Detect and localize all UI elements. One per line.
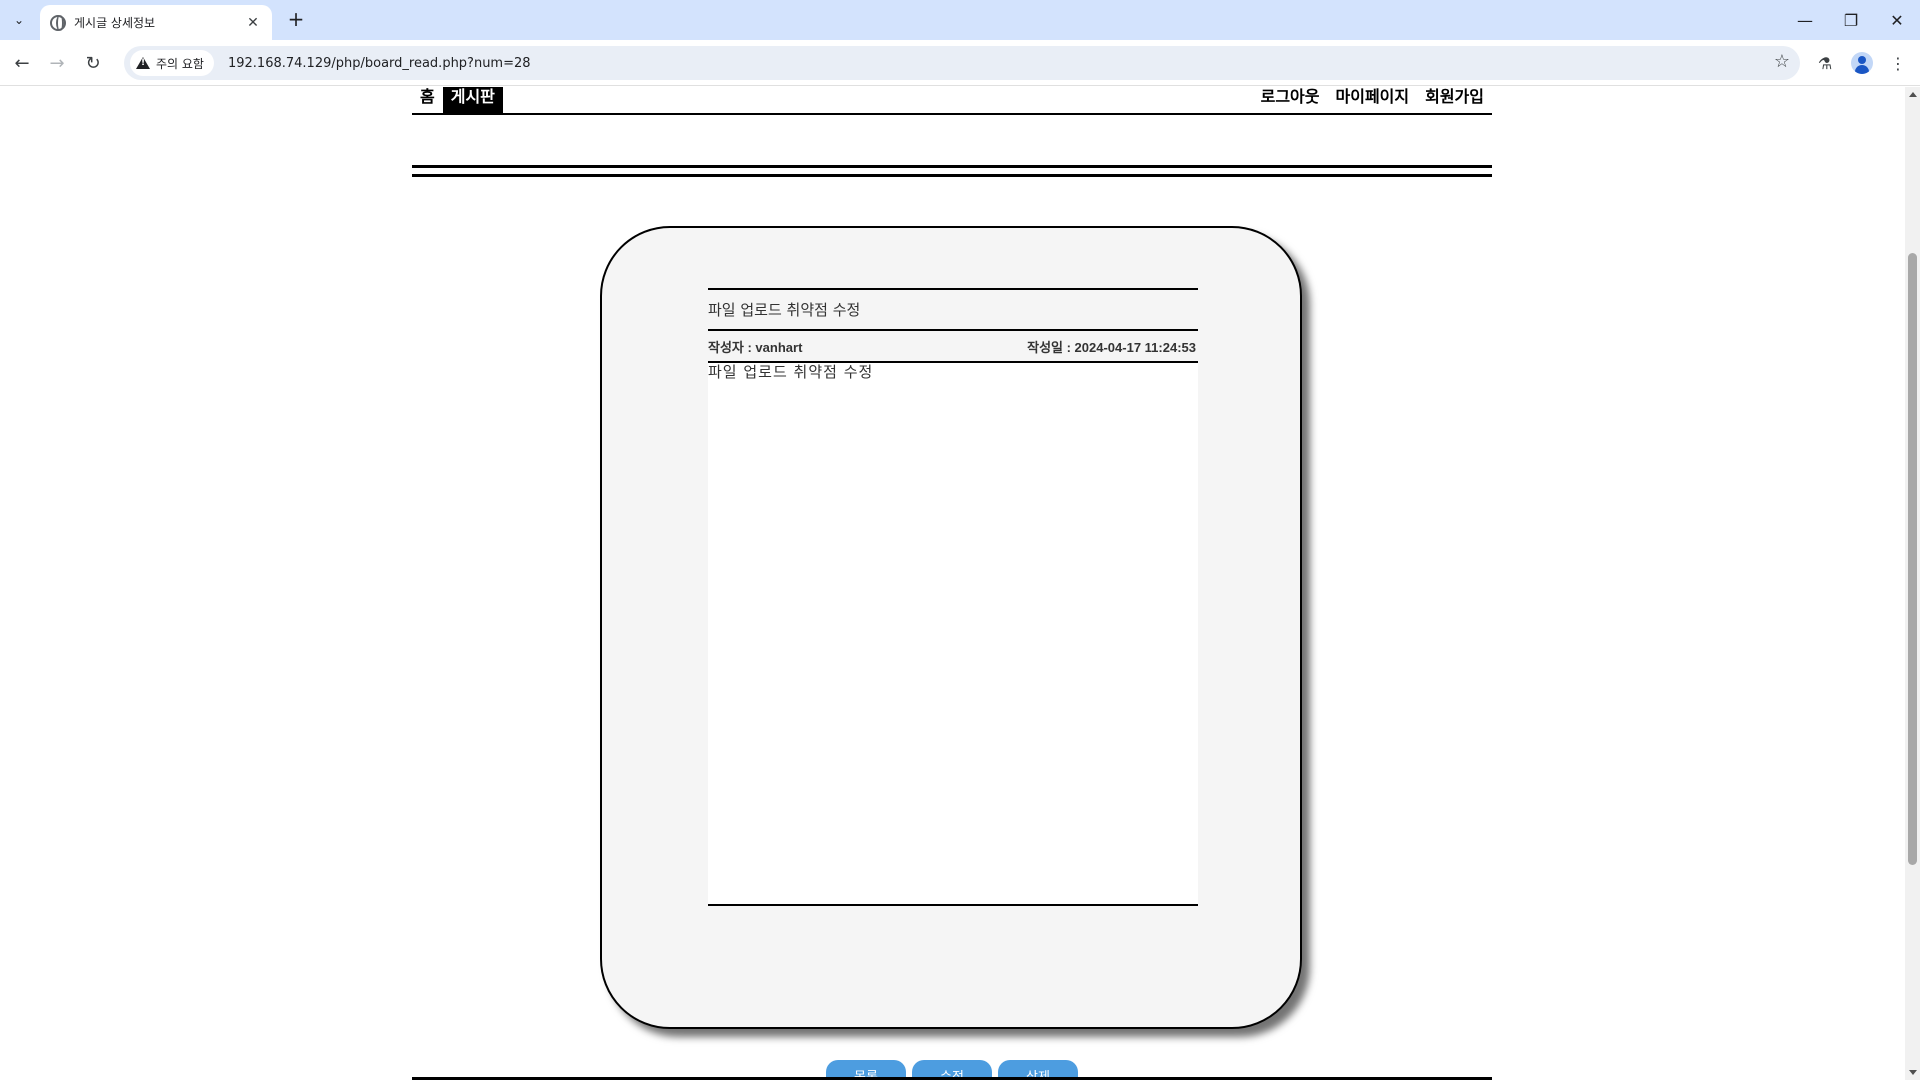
post-card: 파일 업로드 취약점 수정 작성자 : vanhart 작성일 : 2024-0… xyxy=(600,226,1302,1080)
warning-icon xyxy=(136,57,150,69)
security-chip[interactable]: 주의 요함 xyxy=(130,50,214,76)
url-text[interactable]: 192.168.74.129/php/board_read.php?num=28 xyxy=(228,56,531,71)
post-title-row: 파일 업로드 취약점 수정 xyxy=(708,288,1198,331)
page-scrollbar[interactable] xyxy=(1905,87,1920,1080)
tab-title: 게시글 상세정보 xyxy=(74,16,156,30)
post-date: 작성일 : 2024-04-17 11:24:53 xyxy=(1027,339,1196,355)
nav-left: 홈 게시판 xyxy=(412,87,503,113)
post-author: 작성자 : vanhart xyxy=(708,339,803,355)
nav-logout[interactable]: 로그아웃 xyxy=(1253,87,1328,113)
scroll-thumb[interactable] xyxy=(1908,253,1917,865)
post-content: 파일 업로드 취약점 수정 xyxy=(708,363,874,381)
post-title: 파일 업로드 취약점 수정 xyxy=(708,301,861,319)
nav-mypage[interactable]: 마이페이지 xyxy=(1328,87,1418,113)
close-icon[interactable]: ✕ xyxy=(244,14,262,32)
kebab-menu-icon[interactable]: ⋮ xyxy=(1883,48,1913,78)
profile-button[interactable] xyxy=(1847,48,1877,78)
nav-signup[interactable]: 회원가입 xyxy=(1417,87,1492,113)
page-viewport: 홈 게시판 로그아웃 마이페이지 회원가입 파일 업로드 취약점 수정 작성자 … xyxy=(0,87,1905,1080)
globe-icon xyxy=(50,14,66,31)
browser-toolbar: ← → ↻ 주의 요함 192.168.74.129/php/board_rea… xyxy=(0,40,1920,86)
nav-right: 로그아웃 마이페이지 회원가입 xyxy=(1253,87,1492,113)
post-meta: 작성자 : vanhart 작성일 : 2024-04-17 11:24:53 xyxy=(708,331,1198,363)
forward-arrow-icon[interactable]: → xyxy=(42,48,72,78)
window-close-icon[interactable]: ✕ xyxy=(1874,0,1920,40)
back-arrow-icon[interactable]: ← xyxy=(7,48,37,78)
nav-board[interactable]: 게시판 xyxy=(442,87,503,113)
tab-strip: ⌄ 게시글 상세정보 ✕ + — ❐ ✕ xyxy=(0,0,1920,40)
tab-search-chevron-down-icon[interactable]: ⌄ xyxy=(6,8,32,32)
address-bar[interactable]: 주의 요함 192.168.74.129/php/board_read.php?… xyxy=(124,46,1800,80)
scroll-up-arrow-icon[interactable] xyxy=(1909,92,1917,97)
new-tab-plus-icon[interactable]: + xyxy=(282,8,310,32)
minimize-icon[interactable]: — xyxy=(1782,0,1828,40)
restore-icon[interactable]: ❐ xyxy=(1828,0,1874,40)
reload-icon[interactable]: ↻ xyxy=(78,48,108,78)
security-label: 주의 요함 xyxy=(156,56,204,71)
scroll-down-arrow-icon[interactable] xyxy=(1909,1070,1917,1075)
nav-home[interactable]: 홈 xyxy=(412,87,443,113)
site-nav: 홈 게시판 로그아웃 마이페이지 회원가입 xyxy=(412,87,1492,115)
browser-tab[interactable]: 게시글 상세정보 ✕ xyxy=(40,5,272,40)
star-icon[interactable]: ☆ xyxy=(1774,51,1790,72)
post-view: 파일 업로드 취약점 수정 작성자 : vanhart 작성일 : 2024-0… xyxy=(708,288,1198,906)
flask-icon[interactable]: ⚗ xyxy=(1810,48,1840,78)
header-divider xyxy=(412,165,1492,177)
post-body: 파일 업로드 취약점 수정 xyxy=(708,363,1198,906)
person-icon xyxy=(1851,52,1873,74)
